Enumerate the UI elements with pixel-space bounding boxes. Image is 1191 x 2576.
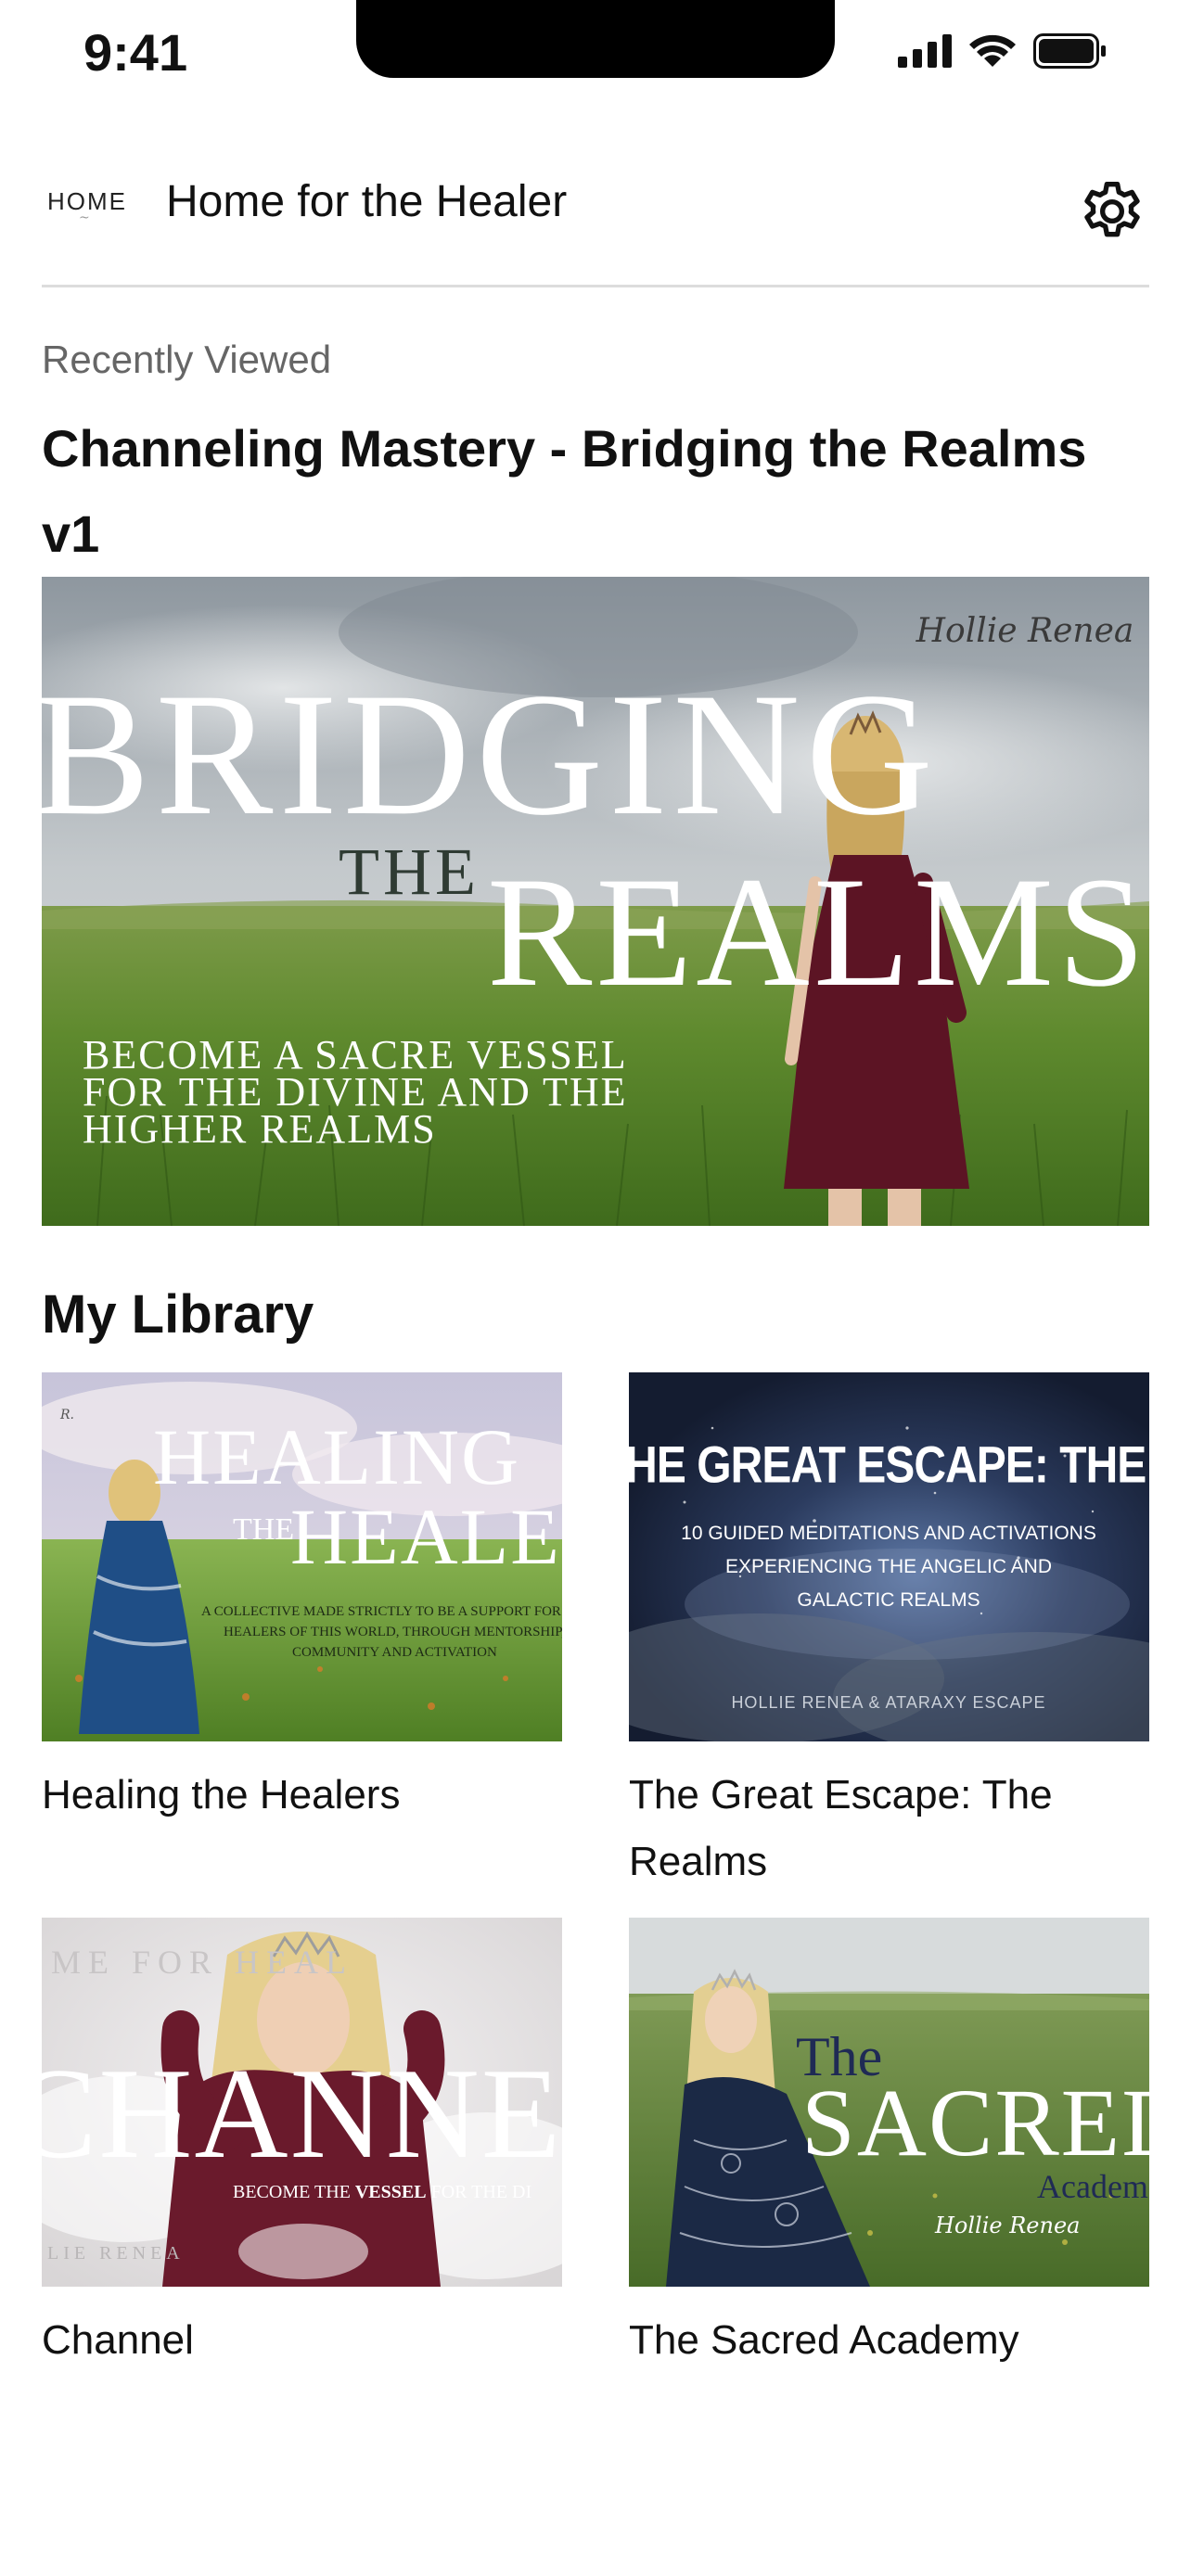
c1-line3: HEALER <box>290 1492 562 1581</box>
library-item-label[interactable]: Channel <box>42 2307 562 2374</box>
healing-healer-artwork: R. HEALING THE HEALER A COLLECTIVE MADE … <box>42 1372 562 1741</box>
cellular-signal-icon <box>898 34 952 68</box>
status-time: 9:41 <box>83 23 188 82</box>
c3-credit: LIE RENEA <box>47 2243 185 2264</box>
c2-sub1: 10 GUIDED MEDITATIONS AND ACTIVATIONS <box>681 1523 1096 1544</box>
status-bar: 9:41 <box>0 0 1191 139</box>
library-item-thumbnail[interactable]: The SACRED Academ Hollie Renea <box>629 1918 1149 2287</box>
c1-line1: HEALING <box>153 1412 520 1501</box>
c2-credit: HOLLIE RENEA & ATARAXY ESCAPE <box>731 1693 1045 1712</box>
c1-sub2: HEALERS OF THIS WORLD, THROUGH MENTORSHI… <box>224 1625 562 1639</box>
c1-sub3: COMMUNITY AND ACTIVATION <box>292 1645 497 1660</box>
c4-line3: Academ <box>1037 2168 1148 2205</box>
channel-artwork: ME FOR HEAL CHANNEL BECOME THE VESSEL FO… <box>42 1918 562 2287</box>
battery-icon <box>1033 33 1106 69</box>
library-item-label[interactable]: Healing the Healers <box>42 1762 562 1829</box>
c3-sub-c: FOR THE DI <box>427 2182 532 2202</box>
library-item-thumbnail[interactable]: HE GREAT ESCAPE: THE REALM 10 GUIDED MED… <box>629 1372 1149 1741</box>
recently-viewed-thumbnail[interactable]: Hollie Renea BRIDGING THE REALMS BECOME … <box>42 577 1149 1226</box>
library-item-healing-the-healers[interactable]: R. HEALING THE HEALER A COLLECTIVE MADE … <box>42 1372 562 1829</box>
my-library-heading: My Library <box>42 1284 314 1345</box>
hero-headline-bottom: REALMS <box>487 845 1149 1019</box>
library-item-the-sacred-academy[interactable]: The SACRED Academ Hollie Renea The Sacre… <box>629 1918 1149 2374</box>
sacred-academy-artwork: The SACRED Academ Hollie Renea <box>629 1918 1149 2287</box>
app-title: Home for the Healer <box>166 177 568 226</box>
app-header: HOME ~ Home for the Healer <box>42 139 1149 287</box>
app-logo[interactable]: HOME ~ <box>47 187 131 236</box>
c3-sub: BECOME THE VESSEL FOR THE DI <box>233 2182 531 2202</box>
c2-sub2: EXPERIENCING THE ANGELIC AND <box>725 1556 1052 1577</box>
device-notch <box>356 0 835 78</box>
c4-signature: Hollie Renea <box>934 2213 1080 2238</box>
c3-top: ME FOR HEAL <box>51 1944 353 1981</box>
settings-button[interactable] <box>1069 167 1155 252</box>
hero-tagline-3: HIGHER REALMS <box>83 1106 437 1152</box>
wifi-icon <box>969 34 1016 67</box>
library-item-thumbnail[interactable]: R. HEALING THE HEALER A COLLECTIVE MADE … <box>42 1372 562 1741</box>
recently-viewed-title[interactable]: Channeling Mastery - Bridging the Realms… <box>42 406 1155 577</box>
c2-headline: HE GREAT ESCAPE: THE REALM <box>629 1436 1149 1494</box>
c3-headline: CHANNEL <box>42 2042 562 2186</box>
hero-signature: Hollie Renea <box>916 612 1134 650</box>
gear-icon <box>1084 182 1140 237</box>
recently-viewed-label: Recently Viewed <box>42 338 332 381</box>
library-item-thumbnail[interactable]: ME FOR HEAL CHANNEL BECOME THE VESSEL FO… <box>42 1918 562 2287</box>
status-icons <box>898 33 1108 69</box>
c4-line2: SACRED <box>801 2070 1149 2176</box>
library-item-the-great-escape[interactable]: HE GREAT ESCAPE: THE REALM 10 GUIDED MED… <box>629 1372 1149 1895</box>
svg-text:R.: R. <box>59 1408 74 1422</box>
bridging-realms-artwork: Hollie Renea BRIDGING THE REALMS BECOME … <box>42 577 1149 1226</box>
great-escape-artwork: HE GREAT ESCAPE: THE REALM 10 GUIDED MED… <box>629 1372 1149 1741</box>
c2-sub3: GALACTIC REALMS <box>797 1589 980 1611</box>
c3-sub-b: VESSEL <box>355 2182 427 2202</box>
library-item-label[interactable]: The Great Escape: The Realms <box>629 1762 1149 1895</box>
c3-sub-a: BECOME THE <box>233 2182 355 2202</box>
library-item-channel[interactable]: ME FOR HEAL CHANNEL BECOME THE VESSEL FO… <box>42 1918 562 2374</box>
library-item-label[interactable]: The Sacred Academy <box>629 2307 1149 2374</box>
hero-headline-mid: THE <box>339 835 480 909</box>
c1-sub1: A COLLECTIVE MADE STRICTLY TO BE A SUPPO… <box>201 1604 562 1619</box>
c1-line2: THE <box>233 1512 294 1547</box>
hero-headline-top: BRIDGING <box>42 657 939 852</box>
